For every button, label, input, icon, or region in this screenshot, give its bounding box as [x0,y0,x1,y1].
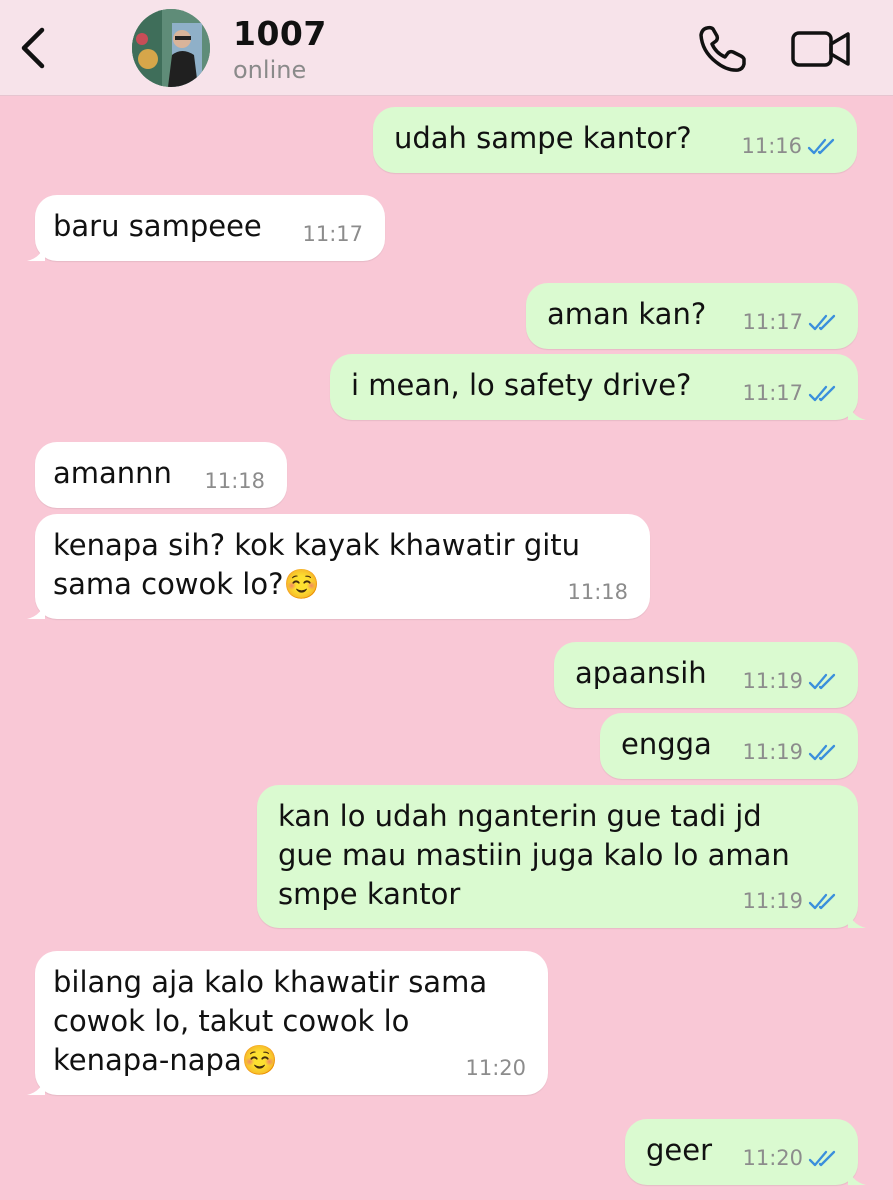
read-receipt-icon [808,1150,836,1167]
read-receipt-icon [808,314,836,331]
message-timestamp: 11:17 [742,310,838,334]
message-text: aman kan? [547,297,707,331]
bubble-tail [27,599,45,619]
contact-status: online [233,56,307,84]
message-text: baru sampeee [53,209,262,243]
message-text: engga [621,727,712,761]
incoming-message[interactable]: bilang aja kalo khawatir sama cowok lo, … [27,951,548,1095]
outgoing-message[interactable]: udah sampe kantor? 11:16 [373,107,857,173]
message-timestamp: 11:20 [465,1056,526,1080]
message-timestamp: 11:18 [567,580,628,604]
message-text: udah sampe kantor? [394,121,692,155]
chat-header: 1007 online [0,0,893,96]
read-receipt-icon [807,138,835,155]
bubble-tail [848,400,866,420]
outgoing-message[interactable]: geer 11:20 [625,1119,866,1185]
bubble-tail [848,1165,866,1185]
bubble-tail [848,908,866,928]
incoming-message[interactable]: baru sampeee 11:17 [27,195,385,261]
read-receipt-icon [808,673,836,690]
outgoing-message[interactable]: engga 11:19 [600,713,858,779]
message-time: 11:17 [742,381,803,405]
outgoing-message[interactable]: apaansih 11:19 [554,642,858,708]
message-timestamp: 11:20 [742,1146,838,1170]
message-timestamp: 11:17 [742,381,838,405]
message-text: bilang aja kalo khawatir sama cowok lo, … [53,965,488,1077]
message-timestamp: 11:19 [742,889,838,913]
video-camera-icon[interactable] [790,28,852,70]
message-text: apaansih [575,656,707,690]
outgoing-message[interactable]: aman kan? 11:17 [526,283,858,349]
message-time: 11:19 [742,740,803,764]
message-text: amannn [53,456,172,490]
message-text: i mean, lo safety drive? [351,368,692,402]
message-timestamp: 11:18 [204,469,265,493]
message-timestamp: 11:16 [741,134,837,158]
message-text: kenapa sih? kok kayak khawatir gitu sama… [53,528,581,601]
message-time: 11:19 [742,669,803,693]
read-receipt-icon [808,385,836,402]
message-timestamp: 11:19 [742,740,838,764]
phone-icon[interactable] [696,24,748,74]
message-time: 11:20 [465,1056,526,1080]
outgoing-message[interactable]: i mean, lo safety drive? 11:17 [330,354,866,420]
contact-name[interactable]: 1007 [233,14,327,53]
read-receipt-icon [808,893,836,910]
avatar[interactable] [132,9,210,87]
bubble-tail [27,241,45,261]
incoming-message[interactable]: amannn 11:18 [35,442,287,508]
message-time: 11:17 [742,310,803,334]
message-text: kan lo udah nganterin gue tadi jd gue ma… [278,799,790,911]
outgoing-message[interactable]: kan lo udah nganterin gue tadi jd gue ma… [257,785,866,928]
message-time: 11:17 [302,222,363,246]
message-time: 11:20 [742,1146,803,1170]
message-text: geer [646,1133,713,1167]
message-timestamp: 11:19 [742,669,838,693]
read-receipt-icon [808,744,836,761]
message-time: 11:18 [204,469,265,493]
message-timestamp: 11:17 [302,222,363,246]
bubble-tail [27,1075,45,1095]
incoming-message[interactable]: kenapa sih? kok kayak khawatir gitu sama… [27,514,650,619]
chevron-left-icon[interactable] [14,26,54,70]
message-time: 11:19 [742,889,803,913]
message-time: 11:18 [567,580,628,604]
message-time: 11:16 [741,134,802,158]
